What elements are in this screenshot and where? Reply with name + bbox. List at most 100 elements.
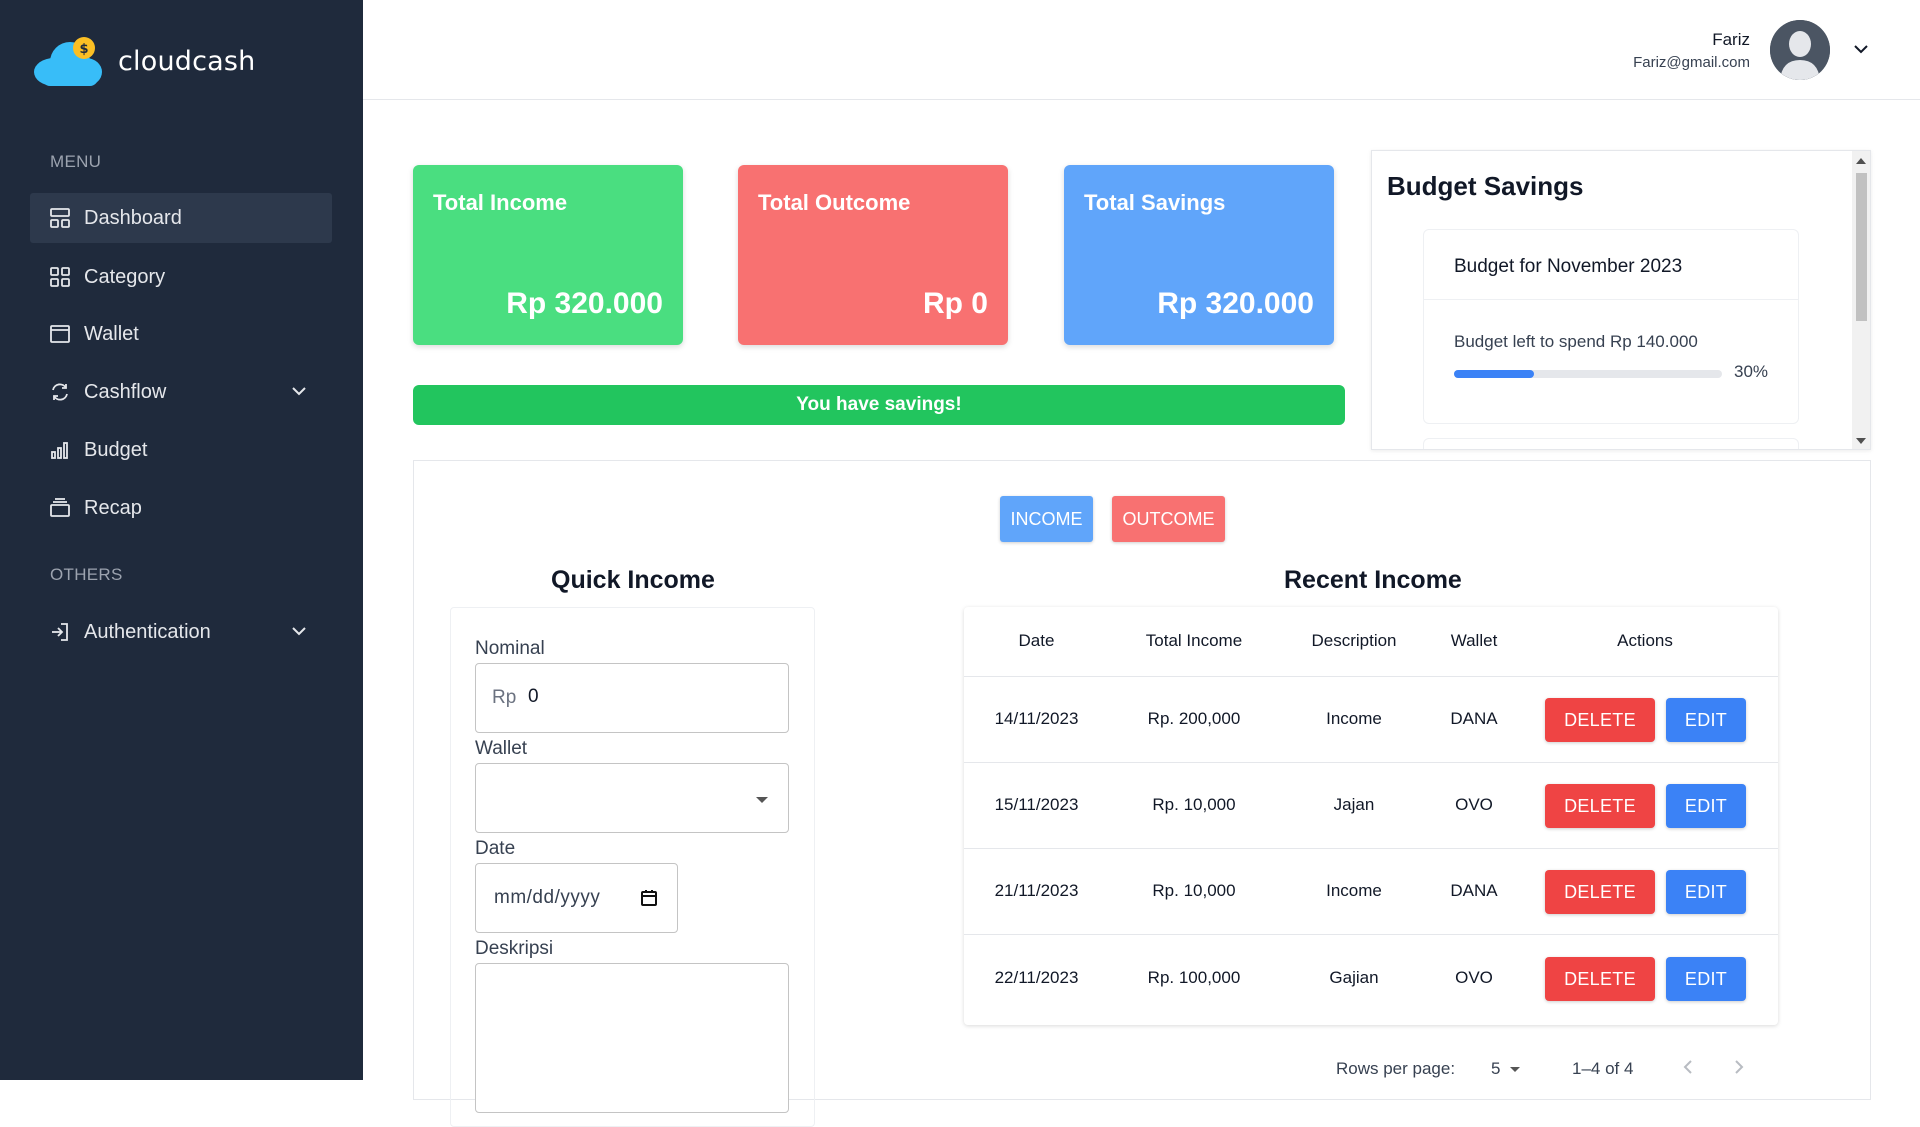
column-header-wallet[interactable]: Wallet (1434, 631, 1514, 651)
delete-button[interactable]: DELETE (1545, 698, 1655, 742)
table-header-row: Date Total Income Description Wallet Act… (964, 607, 1778, 677)
sidebar-item-authentication[interactable]: Authentication (30, 607, 332, 657)
column-header-description[interactable]: Description (1284, 631, 1424, 651)
edit-button[interactable]: EDIT (1666, 698, 1746, 742)
column-header-total[interactable]: Total Income (1124, 631, 1264, 651)
calendar-icon[interactable] (639, 888, 659, 913)
user-email: Fariz@gmail.com (1633, 54, 1750, 71)
chevron-down-icon[interactable] (1852, 40, 1870, 63)
budget-progress-fill (1454, 370, 1535, 378)
menu-heading: MENU (50, 152, 102, 171)
sidebar-item-wallet[interactable]: Wallet (30, 309, 332, 359)
scrollbar-thumb[interactable] (1856, 173, 1867, 321)
date-label: Date (475, 838, 516, 859)
archive-icon (48, 496, 72, 520)
cell-total: Rp. 100,000 (1147, 968, 1241, 987)
nominal-field[interactable]: Rp 0 (475, 663, 789, 733)
description-label: Deskripsi (475, 938, 554, 959)
sidebar-item-dashboard[interactable]: Dashboard (30, 193, 332, 243)
rows-per-page-label: Rows per page: (1336, 1059, 1456, 1078)
savings-alert: You have savings! (413, 385, 1345, 425)
bar-chart-icon (48, 438, 72, 462)
cell-wallet: DANA (1450, 881, 1498, 900)
cell-total: Rp. 10,000 (1152, 881, 1236, 900)
date-field[interactable]: mm/dd/yyyy (475, 863, 678, 933)
budget-card: Budget for November 2023 Budget left to … (1423, 229, 1799, 424)
quick-income-form: Nominal Rp 0 Wallet Date mm/dd/yyyy Desk… (450, 607, 815, 1127)
cell-date: 21/11/2023 (994, 881, 1079, 900)
sidebar-item-label: Budget (84, 438, 148, 461)
budget-savings-panel[interactable]: Budget Savings Budget for November 2023 … (1371, 150, 1871, 450)
dropdown-arrow-icon (1510, 1066, 1521, 1072)
currency-prefix: Rp (492, 687, 517, 708)
login-icon (48, 620, 72, 644)
delete-button[interactable]: DELETE (1545, 870, 1655, 914)
cell-description: Jajan (1333, 795, 1375, 814)
column-header-date[interactable]: Date (984, 631, 1089, 651)
cell-wallet: OVO (1455, 968, 1493, 987)
recent-income-title: Recent Income (1284, 566, 1462, 594)
transactions-panel: INCOME OUTCOME Quick Income Recent Incom… (413, 460, 1871, 1127)
date-placeholder: mm/dd/yyyy (494, 887, 601, 908)
income-toggle-button[interactable]: INCOME (1000, 496, 1093, 542)
sidebar-item-label: Category (84, 265, 166, 288)
quick-income-title: Quick Income (551, 566, 715, 594)
sidebar-item-recap[interactable]: Recap (30, 483, 332, 533)
delete-button[interactable]: DELETE (1545, 957, 1655, 1001)
edit-button[interactable]: EDIT (1666, 870, 1746, 914)
grid-icon (48, 265, 72, 289)
total-income-card: Total Income Rp 320.000 (413, 165, 683, 345)
table-row: 22/11/2023 Rp. 100,000 Gajian OVO DELETE… (964, 935, 1778, 1023)
delete-button[interactable]: DELETE (1545, 784, 1655, 828)
cell-description: Income (1326, 881, 1382, 900)
budget-progress-percent: 30% (1734, 362, 1769, 381)
previous-page-icon[interactable] (1680, 1058, 1698, 1081)
refresh-icon (48, 380, 72, 404)
chevron-down-icon (290, 382, 308, 406)
wallet-select[interactable] (475, 763, 789, 833)
others-heading: OTHERS (50, 565, 123, 584)
sidebar-item-label: Cashflow (84, 380, 167, 403)
sidebar-item-label: Authentication (84, 620, 211, 643)
table-row: 21/11/2023 Rp. 10,000 Income DANA DELETE… (964, 849, 1778, 935)
wallet-label: Wallet (475, 738, 528, 759)
app-logo[interactable]: $ cloudcash (32, 34, 256, 88)
sidebar-item-cashflow[interactable]: Cashflow (30, 367, 332, 417)
sidebar-item-label: Wallet (84, 322, 139, 345)
dashboard-icon (48, 206, 72, 230)
recent-income-table: Date Total Income Description Wallet Act… (964, 607, 1778, 1025)
card-value: Rp 320.000 (1157, 287, 1314, 320)
table-row: 14/11/2023 Rp. 200,000 Income DANA DELET… (964, 677, 1778, 763)
description-textarea[interactable] (475, 963, 789, 1113)
outcome-toggle-button[interactable]: OUTCOME (1112, 496, 1225, 542)
wallet-icon (48, 322, 72, 346)
dropdown-arrow-icon (756, 797, 768, 803)
user-info[interactable]: Fariz Fariz@gmail.com (1633, 30, 1750, 71)
edit-button[interactable]: EDIT (1666, 957, 1746, 1001)
budget-card (1423, 438, 1799, 449)
pagination-range: 1–4 of 4 (1572, 1059, 1634, 1078)
rows-per-page-select[interactable]: 5 (1491, 1059, 1521, 1079)
nominal-value: 0 (528, 686, 539, 707)
cell-date: 14/11/2023 (994, 709, 1079, 728)
total-savings-card: Total Savings Rp 320.000 (1064, 165, 1334, 345)
sidebar-item-label: Recap (84, 496, 142, 519)
sidebar-item-budget[interactable]: Budget (30, 425, 332, 475)
sidebar-item-category[interactable]: Category (30, 252, 332, 302)
cloud-coin-icon: $ (32, 34, 104, 88)
avatar[interactable] (1770, 20, 1830, 80)
cell-wallet: OVO (1455, 795, 1493, 814)
chevron-down-icon (290, 622, 308, 646)
next-page-icon[interactable] (1729, 1058, 1747, 1081)
scroll-down-arrow-icon[interactable] (1856, 438, 1866, 444)
budget-title: Budget Savings (1387, 171, 1584, 201)
scrollbar[interactable] (1852, 151, 1870, 449)
top-header: Fariz Fariz@gmail.com (363, 0, 1920, 100)
sidebar-item-label: Dashboard (84, 206, 182, 229)
table-row: 15/11/2023 Rp. 10,000 Jajan OVO DELETE E… (964, 763, 1778, 849)
total-outcome-card: Total Outcome Rp 0 (738, 165, 1008, 345)
cell-date: 15/11/2023 (994, 795, 1079, 814)
edit-button[interactable]: EDIT (1666, 784, 1746, 828)
scroll-up-arrow-icon[interactable] (1856, 158, 1866, 164)
budget-card-title: Budget for November 2023 (1424, 230, 1798, 300)
